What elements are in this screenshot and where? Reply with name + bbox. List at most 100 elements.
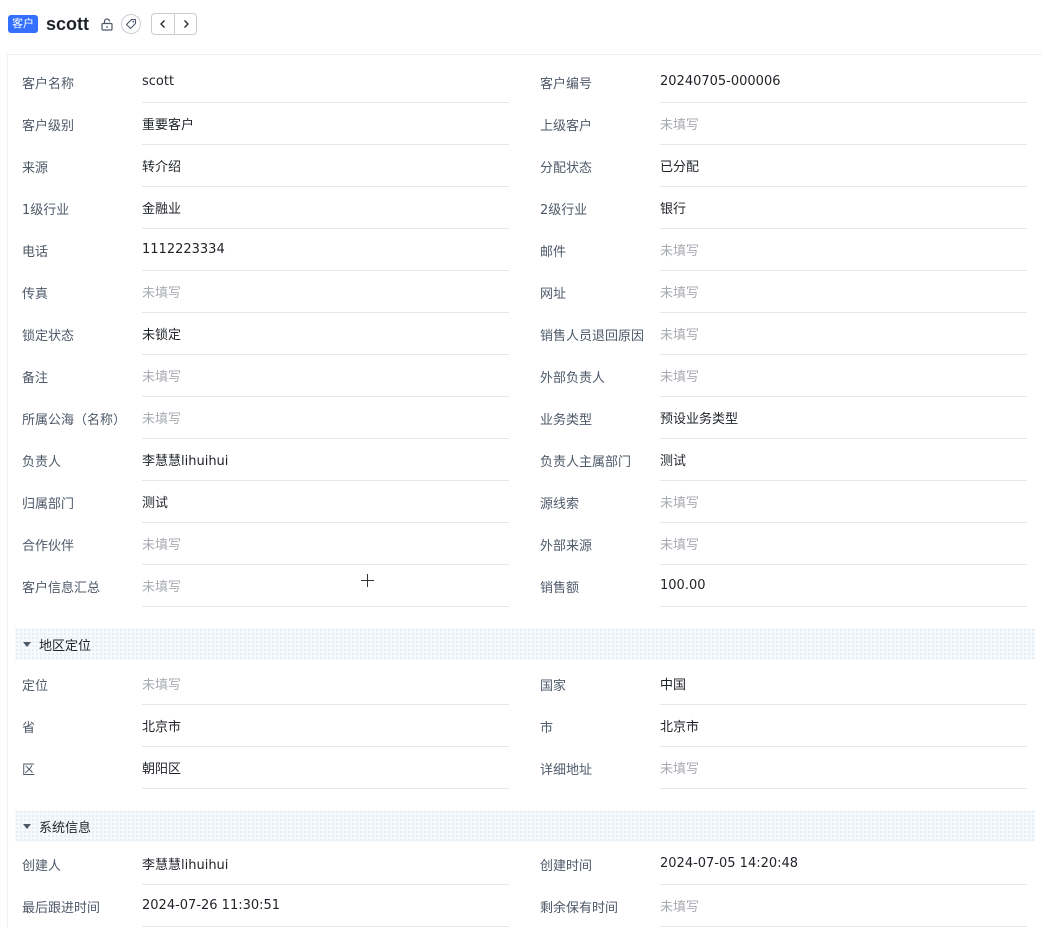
field-value[interactable]: 未填写 — [660, 313, 1027, 355]
field-value[interactable]: 未填写 — [142, 271, 509, 313]
field-row: 外部来源 未填写 — [540, 523, 1030, 565]
section-system-header[interactable]: 系统信息 — [15, 810, 1035, 842]
field-label: 1级行业 — [22, 202, 70, 218]
field-row: 客户编号 20240705-000006 — [540, 61, 1030, 103]
field-row: 锁定状态 未锁定 — [22, 313, 512, 355]
field-label: 最后跟进时间 — [22, 900, 101, 916]
field-value[interactable]: 未填写 — [660, 747, 1027, 789]
field-row: 负责人主属部门 测试 — [540, 439, 1030, 481]
field-value[interactable]: 李慧慧lihuihui — [142, 439, 509, 481]
field-value[interactable]: 中国 — [660, 663, 1027, 705]
field-value[interactable]: 未填写 — [660, 271, 1027, 313]
caret-down-icon — [23, 823, 31, 829]
field-value[interactable]: 未填写 — [142, 663, 509, 705]
field-row: 分配状态 已分配 — [540, 145, 1030, 187]
field-label: 市 — [540, 720, 554, 736]
field-row: 市 北京市 — [540, 705, 1030, 747]
field-value[interactable]: 未填写 — [142, 397, 509, 439]
field-value[interactable]: 转介绍 — [142, 145, 509, 187]
record-type-badge: 客户 — [8, 15, 38, 33]
field-label: 业务类型 — [540, 412, 593, 428]
field-value[interactable]: 1112223334 — [142, 229, 509, 271]
field-row: 最后跟进时间 2024-07-26 11:30:51 — [22, 885, 512, 927]
field-value[interactable]: scott — [142, 61, 509, 103]
field-row: 国家 中国 — [540, 663, 1030, 705]
field-row: 备注 未填写 — [22, 355, 512, 397]
field-label: 客户名称 — [22, 76, 75, 92]
field-label: 邮件 — [540, 244, 567, 260]
field-row: 上级客户 未填写 — [540, 103, 1030, 145]
field-label: 定位 — [22, 678, 49, 694]
field-value[interactable]: 测试 — [660, 439, 1027, 481]
record-nav — [151, 13, 198, 35]
field-value[interactable]: 未填写 — [660, 103, 1027, 145]
field-row: 网址 未填写 — [540, 271, 1030, 313]
field-row: 所属公海（名称） 未填写 — [22, 397, 512, 439]
field-value[interactable]: 未填写 — [142, 565, 509, 607]
field-value[interactable]: 朝阳区 — [142, 747, 509, 789]
field-label: 客户编号 — [540, 76, 593, 92]
next-record-button[interactable] — [174, 14, 197, 34]
field-value[interactable]: 测试 — [142, 481, 509, 523]
field-row: 邮件 未填写 — [540, 229, 1030, 271]
field-label: 锁定状态 — [22, 328, 75, 344]
field-label: 归属部门 — [22, 496, 75, 512]
field-label: 分配状态 — [540, 160, 593, 176]
field-value[interactable]: 未填写 — [660, 885, 1027, 927]
field-row: 创建时间 2024-07-05 14:20:48 — [540, 843, 1030, 885]
field-label: 2级行业 — [540, 202, 588, 218]
field-value[interactable]: 银行 — [660, 187, 1027, 229]
field-value[interactable]: 北京市 — [660, 705, 1027, 747]
field-value[interactable]: 未填写 — [660, 481, 1027, 523]
field-value[interactable]: 2024-07-05 14:20:48 — [660, 843, 1027, 885]
field-label: 创建时间 — [540, 858, 593, 874]
field-row: 客户信息汇总 未填写 — [22, 565, 512, 607]
field-row: 负责人 李慧慧lihuihui — [22, 439, 512, 481]
field-value[interactable]: 未填写 — [142, 355, 509, 397]
field-label: 外部负责人 — [540, 370, 606, 386]
field-row: 销售额 100.00 — [540, 565, 1030, 607]
field-label: 外部来源 — [540, 538, 593, 554]
field-value[interactable]: 20240705-000006 — [660, 61, 1027, 103]
field-label: 负责人主属部门 — [540, 454, 632, 470]
field-value[interactable]: 未填写 — [142, 523, 509, 565]
field-value[interactable]: 100.00 — [660, 565, 1027, 607]
field-value[interactable]: 未锁定 — [142, 313, 509, 355]
field-row: 区 朝阳区 — [22, 747, 512, 789]
prev-record-button[interactable] — [152, 14, 175, 34]
field-row: 1级行业 金融业 — [22, 187, 512, 229]
field-value[interactable]: 未填写 — [660, 229, 1027, 271]
record-title: scott — [46, 13, 90, 34]
field-value[interactable]: 未填写 — [660, 523, 1027, 565]
unlock-icon[interactable] — [97, 14, 117, 34]
field-value[interactable]: 预设业务类型 — [660, 397, 1027, 439]
field-row: 归属部门 测试 — [22, 481, 512, 523]
field-row: 销售人员退回原因 未填写 — [540, 313, 1030, 355]
field-label: 销售额 — [540, 580, 580, 596]
field-label: 省 — [22, 720, 36, 736]
tag-icon[interactable] — [121, 14, 142, 34]
field-value[interactable]: 金融业 — [142, 187, 509, 229]
field-row: 剩余保有时间 未填写 — [540, 885, 1030, 927]
field-label: 源线索 — [540, 496, 580, 512]
field-label: 网址 — [540, 286, 567, 302]
field-value[interactable]: 重要客户 — [142, 103, 509, 145]
field-label: 传真 — [22, 286, 49, 302]
field-value[interactable]: 未填写 — [660, 355, 1027, 397]
section-region-header[interactable]: 地区定位 — [15, 628, 1035, 660]
field-value[interactable]: 李慧慧lihuihui — [142, 843, 509, 885]
field-value[interactable]: 已分配 — [660, 145, 1027, 187]
field-label: 详细地址 — [540, 762, 593, 778]
field-label: 剩余保有时间 — [540, 900, 619, 916]
field-value[interactable]: 2024-07-26 11:30:51 — [142, 885, 509, 927]
record-detail-panel: 客户名称 scott 客户编号 20240705-000006 客户级别 重要客户 上级客户… — [7, 54, 1042, 928]
field-row: 定位 未填写 — [22, 663, 512, 705]
field-label: 电话 — [22, 244, 49, 260]
section-system-title: 系统信息 — [39, 820, 92, 836]
field-label: 上级客户 — [540, 118, 593, 134]
chevron-left-icon — [160, 20, 165, 28]
field-label: 客户信息汇总 — [22, 580, 101, 596]
field-value[interactable]: 北京市 — [142, 705, 509, 747]
caret-down-icon — [23, 641, 31, 647]
field-label: 合作伙伴 — [22, 538, 75, 554]
